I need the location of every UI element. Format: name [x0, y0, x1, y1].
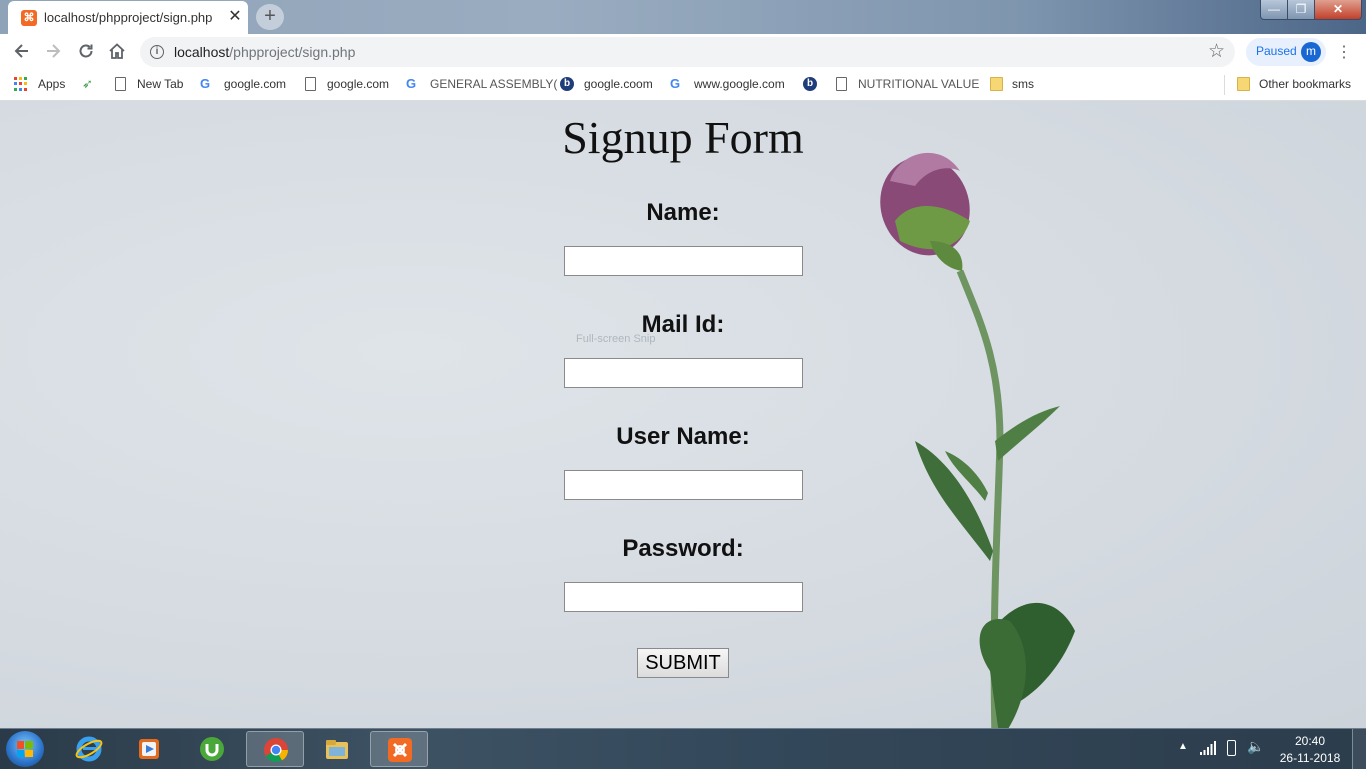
clock-date[interactable]: 26-11-2018: [1276, 751, 1344, 765]
close-window-button[interactable]: ✕: [1314, 0, 1362, 20]
bing-icon: b: [560, 77, 574, 91]
google-icon: G: [200, 76, 211, 91]
google-icon: G: [670, 76, 681, 91]
browser-tab[interactable]: ⌘ localhost/phpproject/sign.php ✕: [8, 1, 248, 34]
bookmark-star-icon[interactable]: ☆: [1208, 40, 1225, 63]
apps-grid-icon: [14, 77, 28, 91]
avatar: m: [1301, 42, 1321, 62]
forward-arrow-icon[interactable]: [43, 42, 63, 62]
snip-overlay-text: Full-screen Snip: [576, 333, 656, 345]
xampp-icon: ⌘: [21, 10, 37, 26]
show-desktop-button[interactable]: [1352, 729, 1366, 769]
xampp-icon: [388, 738, 412, 762]
battery-icon[interactable]: [1227, 740, 1236, 756]
mail-id-field[interactable]: [564, 358, 803, 388]
volume-icon[interactable]: 🔈: [1247, 738, 1264, 755]
submit-button[interactable]: SUBMIT: [637, 648, 729, 678]
home-icon[interactable]: [107, 42, 127, 62]
bookmark-bing[interactable]: b: [803, 76, 819, 94]
user-name-field[interactable]: [564, 470, 803, 500]
password-label: Password:: [622, 535, 744, 562]
address-bar[interactable]: i localhost/phpproject/sign.php ☆: [140, 37, 1235, 67]
internet-explorer-icon: [75, 736, 103, 762]
mail-id-label: Mail Id:: [641, 311, 725, 338]
arrows-icon: ➶: [82, 76, 93, 91]
windows-taskbar: ▲ 🔈 20:40 26-11-2018: [0, 728, 1366, 769]
start-button[interactable]: [6, 731, 44, 767]
clock-time[interactable]: 20:40: [1284, 734, 1336, 748]
media-player-icon: [139, 739, 159, 759]
tab-close-icon[interactable]: ✕: [226, 7, 244, 27]
minimize-button[interactable]: —: [1260, 0, 1288, 20]
page-icon: [115, 77, 126, 91]
chrome-icon: [264, 738, 288, 763]
kebab-menu-icon[interactable]: ⋮: [1336, 42, 1352, 62]
signup-page: Signup Form Name: Mail Id: Full-screen S…: [0, 101, 1366, 728]
utorrent-icon: [200, 737, 224, 761]
page-title: Signup Form: [562, 112, 804, 163]
taskbar-media-player[interactable]: [120, 731, 178, 767]
bookmarks-divider: [1224, 75, 1225, 95]
taskbar-utorrent[interactable]: [183, 731, 241, 767]
password-field[interactable]: [564, 582, 803, 612]
bookmarks-bar: Apps ➶ New Tab G google.com google.com G…: [0, 70, 1366, 101]
url-path: /phpproject/sign.php: [229, 44, 356, 60]
taskbar-file-explorer[interactable]: [308, 731, 366, 767]
new-tab-button[interactable]: +: [256, 4, 284, 30]
name-field[interactable]: [564, 246, 803, 276]
windows-logo-icon: [17, 741, 33, 757]
tab-title: localhost/phpproject/sign.php: [44, 10, 213, 25]
bookmark-arrows[interactable]: ➶: [82, 76, 98, 94]
url-text[interactable]: localhost/phpproject/sign.php: [174, 44, 355, 60]
taskbar-xampp[interactable]: [370, 731, 428, 767]
taskbar-internet-explorer[interactable]: [60, 731, 118, 767]
folder-icon: [1237, 77, 1250, 91]
network-signal-icon[interactable]: [1200, 741, 1216, 755]
page-icon: [305, 77, 316, 91]
show-hidden-icons-icon[interactable]: ▲: [1178, 741, 1188, 752]
bing-icon: b: [803, 77, 817, 91]
folder-icon: [990, 77, 1003, 91]
tab-strip: ⌘ localhost/phpproject/sign.php ✕ + — ❐ …: [0, 0, 1366, 34]
reload-icon[interactable]: [76, 42, 96, 62]
google-icon: G: [406, 76, 417, 91]
page-icon: [836, 77, 847, 91]
file-explorer-icon: [326, 740, 348, 759]
browser-toolbar: i localhost/phpproject/sign.php ☆ Paused…: [0, 34, 1366, 70]
maximize-button[interactable]: ❐: [1287, 0, 1315, 20]
sync-status: Paused: [1256, 44, 1297, 58]
taskbar-chrome[interactable]: [246, 731, 304, 767]
back-arrow-icon[interactable]: [12, 42, 32, 62]
info-icon[interactable]: i: [150, 45, 164, 59]
url-host: localhost: [174, 44, 230, 60]
profile-button[interactable]: Paused m: [1246, 38, 1326, 66]
user-name-label: User Name:: [616, 423, 750, 450]
name-label: Name:: [646, 199, 720, 226]
